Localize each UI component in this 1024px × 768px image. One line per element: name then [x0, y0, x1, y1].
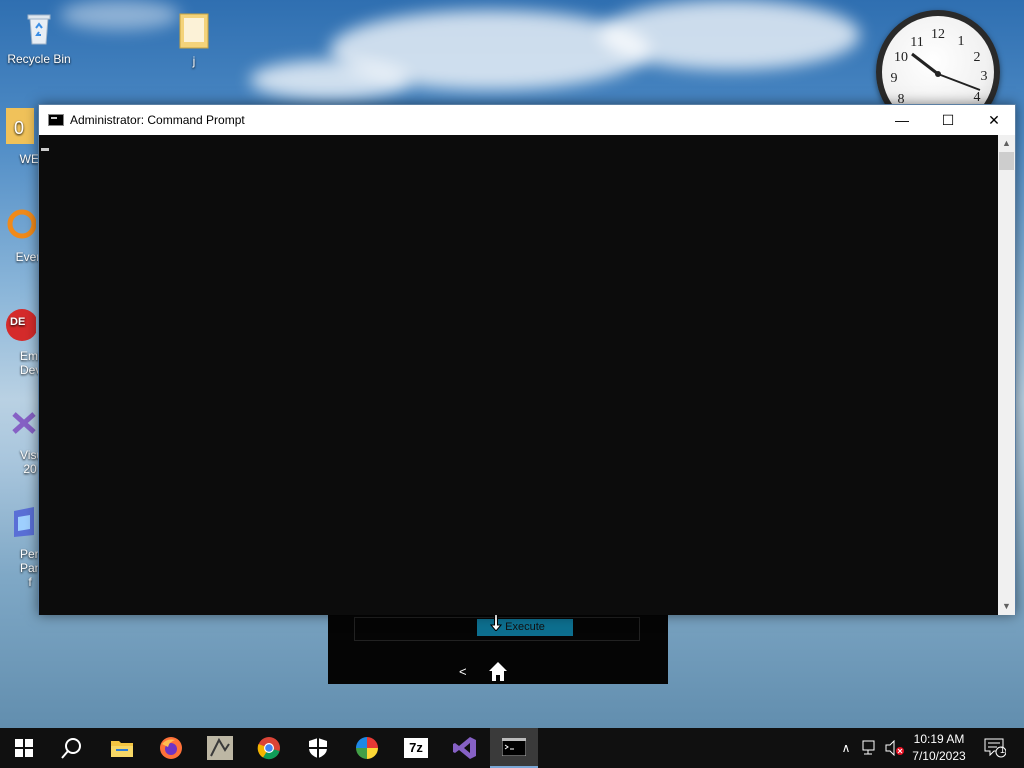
taskbar-file-explorer[interactable]: [98, 728, 146, 768]
chevron-up-icon: ∧: [841, 741, 851, 755]
taskbar-command-prompt[interactable]: [490, 728, 538, 768]
window-title: Administrator: Command Prompt: [70, 113, 245, 127]
clock-numeral: 12: [931, 27, 945, 42]
desktop-icon-label: Recycle Bin: [7, 52, 71, 66]
start-button[interactable]: [0, 728, 48, 768]
chrome-icon: [257, 737, 280, 760]
wei-shortcut-icon: 0: [6, 108, 34, 144]
show-hidden-icons-button[interactable]: ∧: [836, 728, 856, 768]
clock-numeral: 2: [974, 50, 981, 65]
desktop-icon-folder-j[interactable]: j: [156, 10, 232, 68]
taskbar-windows-security[interactable]: [294, 728, 342, 768]
taskbar-visual-studio[interactable]: [441, 728, 489, 768]
close-icon: ✕: [988, 111, 1000, 128]
file-explorer-icon: [111, 741, 133, 757]
visual-studio-icon: [453, 737, 476, 759]
minimize-icon: —: [895, 112, 909, 128]
firefox-icon: [160, 737, 182, 759]
svg-text:DE: DE: [10, 316, 25, 328]
desktop-icon-label: Embar Dev-: [20, 349, 55, 377]
notification-center-button[interactable]: 1: [978, 728, 1012, 768]
7zip-icon: 7z: [404, 738, 428, 758]
taskbar-date: 7/10/2023: [912, 749, 966, 763]
taskbar-color-app[interactable]: [343, 728, 391, 768]
desktop-icon-recycle-bin[interactable]: Recycle Bin: [1, 8, 77, 66]
wallpaper-cloud: [600, 0, 860, 70]
embarcadero-icon: DE: [6, 309, 36, 341]
folder-icon: [179, 13, 209, 49]
search-button[interactable]: [48, 728, 96, 768]
security-shield-icon: [309, 738, 327, 758]
clock-numeral: 1: [958, 34, 965, 49]
recycle-bin-icon: [27, 14, 51, 45]
taskbar-clock[interactable]: 10:19 AM 7/10/2023: [904, 731, 974, 765]
scrollbar-thumb[interactable]: [999, 152, 1014, 170]
clock-minute-hand: [937, 73, 981, 91]
volume-muted-icon: [885, 740, 904, 756]
wallpaper-cloud: [250, 60, 410, 100]
taskbar-firefox[interactable]: [147, 728, 195, 768]
home-icon[interactable]: [488, 660, 508, 682]
clock-hour-hand: [911, 52, 939, 76]
taskbar-app[interactable]: [196, 728, 244, 768]
clock-numeral: 10: [894, 50, 908, 65]
command-prompt-icon: [502, 738, 526, 756]
command-prompt-window[interactable]: Administrator: Command Prompt — ☐ ✕ ▲ ▼: [38, 104, 1016, 615]
network-status[interactable]: [860, 728, 882, 768]
window-titlebar[interactable]: Administrator: Command Prompt — ☐ ✕: [39, 105, 1015, 135]
scroll-up-arrow-icon[interactable]: ▲: [998, 135, 1015, 152]
search-icon: [61, 738, 81, 759]
vertical-scrollbar[interactable]: ▲ ▼: [998, 135, 1015, 615]
minimize-button[interactable]: —: [879, 105, 925, 135]
windows-start-icon: [15, 739, 33, 757]
everything-search-icon: [7, 209, 36, 239]
back-button[interactable]: <: [459, 664, 467, 679]
color-wheel-icon: [356, 737, 378, 759]
clock-numeral: 9: [891, 71, 898, 86]
visual-studio-icon: [12, 412, 36, 434]
taskbar-time: 10:19 AM: [913, 732, 965, 746]
desktop-icon-label: Visual 20: [20, 448, 53, 476]
maximize-icon: ☐: [941, 111, 955, 128]
personalization-panel-icon: [14, 507, 34, 537]
desktop-icon-label: Person Panel f: [20, 547, 58, 589]
app-icon: [207, 736, 233, 760]
taskbar-chrome[interactable]: [245, 728, 293, 768]
taskbar: 7z ∧ 10:19 AM 7/10/2023 1: [0, 728, 1024, 768]
close-button[interactable]: ✕: [971, 105, 1017, 135]
maximize-button[interactable]: ☐: [925, 105, 971, 135]
svg-text:0: 0: [14, 118, 24, 138]
clock-numeral: 3: [981, 69, 988, 84]
command-prompt-icon: [48, 114, 64, 126]
network-icon: [862, 740, 875, 755]
volume-status[interactable]: [884, 728, 906, 768]
taskbar-7zip[interactable]: 7z: [392, 728, 440, 768]
clock-numeral: 11: [910, 35, 923, 50]
console-output-area[interactable]: [39, 135, 1000, 615]
notification-count: 1: [1000, 745, 1006, 755]
text-cursor: [41, 148, 49, 151]
scroll-down-arrow-icon[interactable]: ▼: [998, 598, 1015, 615]
desktop-icon-label: j: [192, 54, 196, 68]
clock-numeral: 4: [974, 90, 981, 105]
